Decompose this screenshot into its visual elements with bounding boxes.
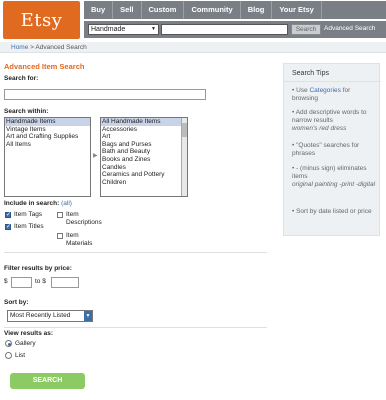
- category-select-value: Handmade: [91, 26, 126, 33]
- tip-item: • Sort by date listed or price: [292, 208, 378, 216]
- item-titles-checkbox[interactable]: [5, 223, 11, 230]
- item-materials-label: Item Materials: [66, 232, 93, 247]
- chevron-right-icon: ▶: [93, 153, 98, 159]
- include-all-link[interactable]: (all): [61, 200, 72, 207]
- category-list[interactable]: All Handmade Items Accessories Art Bags …: [100, 117, 188, 197]
- tip-item: • - (minus sign) eliminates items origina…: [292, 165, 378, 189]
- list-item[interactable]: Handmade Items: [5, 118, 90, 126]
- list-item[interactable]: Ceramics and Pottery: [101, 171, 187, 179]
- list-item[interactable]: Candles: [101, 164, 187, 172]
- breadcrumb-current: Advanced Search: [35, 44, 87, 51]
- list-item[interactable]: Vintage Items: [5, 126, 90, 134]
- divider: [4, 252, 267, 253]
- list-label: List: [15, 352, 26, 359]
- list-radio[interactable]: [5, 352, 12, 359]
- tip-item: • Use Categories for browsing: [292, 87, 378, 103]
- search-within-label: Search within:: [4, 108, 49, 115]
- categories-link[interactable]: Categories: [309, 87, 340, 94]
- price-min-input[interactable]: [11, 277, 32, 288]
- chevron-down-icon: ▼: [151, 26, 156, 32]
- price-filter-label: Filter results by price:: [4, 265, 72, 272]
- divider: [284, 81, 381, 82]
- view-label: View results as:: [4, 330, 54, 337]
- nav-blog[interactable]: Blog: [241, 1, 273, 19]
- top-nav: Buy Sell Custom Community Blog Your Etsy: [84, 1, 386, 19]
- item-materials-checkbox[interactable]: [57, 233, 63, 239]
- gallery-label: Gallery: [15, 340, 36, 347]
- scrollbar-thumb[interactable]: [182, 123, 187, 137]
- list-item[interactable]: Accessories: [101, 126, 187, 134]
- sort-select-value: Most Recently Listed: [10, 312, 71, 319]
- sort-label: Sort by:: [4, 299, 29, 306]
- tip-item: • "Quotes" searches for phrases: [292, 142, 378, 158]
- price-from-prefix: $: [4, 278, 8, 285]
- list-item[interactable]: All Handmade Items: [101, 118, 187, 126]
- search-input[interactable]: [161, 24, 288, 35]
- search-for-input[interactable]: [4, 89, 206, 100]
- advanced-search-link[interactable]: Advanced Search: [324, 25, 375, 32]
- list-item[interactable]: Bath and Beauty: [101, 148, 187, 156]
- page-title: Advanced Item Search: [4, 62, 85, 71]
- tip-example: original painting -print -digital: [292, 181, 376, 188]
- list-item[interactable]: Art: [101, 133, 187, 141]
- item-tags-label: Item Tags: [14, 211, 43, 218]
- chevron-down-icon: ▼: [84, 311, 92, 321]
- nav-buy[interactable]: Buy: [84, 1, 114, 19]
- item-descriptions-label: Item Descriptions: [66, 211, 102, 226]
- item-titles-label: Item Titles: [14, 223, 44, 230]
- search-button[interactable]: Search: [291, 24, 321, 35]
- include-label-text: Include in search:: [4, 200, 60, 207]
- breadcrumb-separator: >: [30, 44, 34, 51]
- tip-text: • "Quotes" searches for phrases: [292, 142, 360, 157]
- search-for-label: Search for:: [4, 75, 39, 82]
- item-tags-checkbox[interactable]: [5, 211, 11, 218]
- list-item[interactable]: All Items: [5, 141, 90, 149]
- nav-custom[interactable]: Custom: [142, 1, 185, 19]
- nav-sell[interactable]: Sell: [113, 1, 142, 19]
- breadcrumb-home[interactable]: Home: [11, 44, 28, 51]
- nav-your-etsy[interactable]: Your Etsy: [272, 1, 322, 19]
- tip-item: • Add descriptive words to narrow result…: [292, 109, 378, 133]
- etsy-logo[interactable]: Etsy: [3, 1, 80, 39]
- list-item[interactable]: Books and Zines: [101, 156, 187, 164]
- search-within-list[interactable]: Handmade Items Vintage Items Art and Cra…: [4, 117, 91, 197]
- include-label: Include in search: (all): [4, 200, 72, 207]
- search-tips-panel: Search Tips • Use Categories for browsin…: [283, 63, 381, 236]
- item-descriptions-checkbox[interactable]: [57, 212, 63, 218]
- scrollbar[interactable]: [181, 118, 187, 196]
- search-bar: Handmade ▼ Search Advanced Search: [84, 21, 386, 38]
- breadcrumb: Home > Advanced Search: [11, 44, 87, 51]
- header: Etsy Buy Sell Custom Community Blog Your…: [0, 0, 386, 40]
- category-select[interactable]: Handmade ▼: [88, 24, 159, 35]
- list-item[interactable]: Bags and Purses: [101, 141, 187, 149]
- gallery-radio[interactable]: [5, 340, 12, 347]
- tip-text: • Use: [292, 87, 310, 94]
- tip-text: • Add descriptive words to narrow result…: [292, 109, 367, 124]
- sort-select[interactable]: Most Recently Listed ▼: [7, 310, 93, 322]
- price-to-text: to $: [35, 278, 46, 285]
- search-tips-title: Search Tips: [292, 70, 329, 77]
- breadcrumb-bar: Home > Advanced Search: [0, 42, 386, 53]
- divider: [4, 327, 267, 328]
- nav-community[interactable]: Community: [184, 1, 241, 19]
- search-submit-button[interactable]: SEARCH: [10, 373, 85, 389]
- tip-example: women's red dress: [292, 125, 347, 132]
- tip-text: • Sort by date listed or price: [292, 208, 372, 215]
- tip-text: • - (minus sign) eliminates items: [292, 165, 367, 180]
- list-item[interactable]: Children: [101, 179, 187, 187]
- list-item[interactable]: Art and Crafting Supplies: [5, 133, 90, 141]
- price-max-input[interactable]: [51, 277, 79, 288]
